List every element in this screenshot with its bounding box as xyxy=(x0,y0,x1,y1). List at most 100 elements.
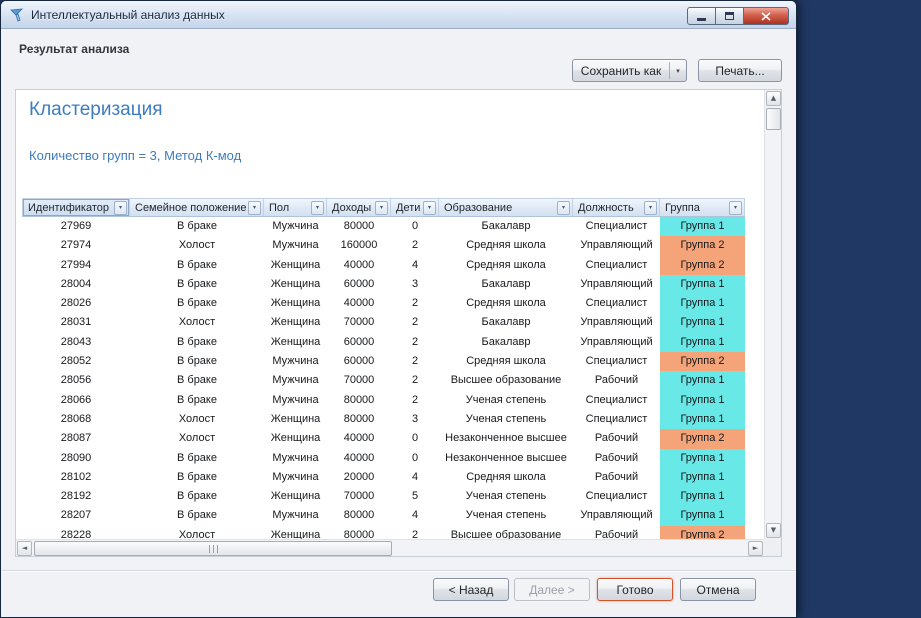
finish-button[interactable]: Готово xyxy=(597,578,673,601)
horizontal-scrollbar[interactable]: ◄ ► xyxy=(16,539,764,556)
table-row[interactable]: 28031ХолостЖенщина700002БакалаврУправляю… xyxy=(22,313,746,332)
table-cell: Женщина xyxy=(264,526,327,539)
table-cell: 2 xyxy=(391,352,439,371)
filter-dropdown-button[interactable]: ▾ xyxy=(375,201,388,215)
filter-dropdown-button[interactable]: ▾ xyxy=(423,201,436,215)
column-header-3[interactable]: Доходы▾ xyxy=(327,198,391,217)
table-cell: 2 xyxy=(391,391,439,410)
close-button[interactable] xyxy=(744,7,789,25)
table-cell: 70000 xyxy=(327,313,391,332)
table-cell: 70000 xyxy=(327,371,391,390)
table-cell: В браке xyxy=(130,371,264,390)
filter-dropdown-button[interactable]: ▾ xyxy=(644,201,657,215)
filter-dropdown-button[interactable]: ▾ xyxy=(248,201,261,215)
table-cell: Бакалавр xyxy=(439,313,573,332)
table-row[interactable]: 28228ХолостЖенщина800002Высшее образован… xyxy=(22,526,746,539)
table-cell: Мужчина xyxy=(264,236,327,255)
table-row[interactable]: 28087ХолостЖенщина400000Незаконченное вы… xyxy=(22,429,746,448)
table-row[interactable]: 28207В бракеМужчина800004Ученая степеньУ… xyxy=(22,506,746,525)
table-cell: Холост xyxy=(130,410,264,429)
save-as-button[interactable]: Сохранить как ▾ xyxy=(572,59,687,82)
table-cell: 70000 xyxy=(327,487,391,506)
vertical-scroll-thumb[interactable] xyxy=(766,108,781,130)
scroll-left-button[interactable]: ◄ xyxy=(17,541,32,556)
table-row[interactable]: 28056В бракеМужчина700002Высшее образова… xyxy=(22,371,746,390)
table-row[interactable]: 27994В бракеЖенщина400004Средняя школаСп… xyxy=(22,256,746,275)
table-cell: Средняя школа xyxy=(439,294,573,313)
results-panel: Кластеризация Количество групп = 3, Мето… xyxy=(15,89,782,557)
table-cell: В браке xyxy=(130,449,264,468)
table-cell: В браке xyxy=(130,391,264,410)
filter-dropdown-button[interactable]: ▾ xyxy=(114,201,127,215)
scroll-up-button[interactable]: ▲ xyxy=(766,91,781,106)
column-header-5[interactable]: Образование ▾ xyxy=(439,198,573,217)
table-cell: Женщина xyxy=(264,294,327,313)
column-header-label: Идентификатор xyxy=(28,202,109,214)
table-cell: Мужчина xyxy=(264,449,327,468)
table-body: 27969В бракеМужчина800000БакалаврСпециал… xyxy=(22,217,746,539)
vertical-scrollbar[interactable]: ▲ ▼ xyxy=(764,90,781,539)
table-cell: Холост xyxy=(130,313,264,332)
table-row[interactable]: 28102В бракеМужчина200004Средняя школаРа… xyxy=(22,468,746,487)
scroll-down-button[interactable]: ▼ xyxy=(766,523,781,538)
left-arrow-icon: ◄ xyxy=(22,545,27,552)
column-header-6[interactable]: Должность▾ xyxy=(573,198,660,217)
filter-dropdown-button[interactable]: ▾ xyxy=(557,201,570,215)
table-row[interactable]: 27974ХолостМужчина1600002Средняя школаУп… xyxy=(22,236,746,255)
table-cell: Ученая степень xyxy=(439,410,573,429)
minimize-icon xyxy=(697,18,706,21)
table-cell: Женщина xyxy=(264,313,327,332)
table-row[interactable]: 27969В бракеМужчина800000БакалаврСпециал… xyxy=(22,217,746,236)
save-as-dropdown-icon[interactable]: ▾ xyxy=(670,67,686,75)
table-cell: 4 xyxy=(391,256,439,275)
table-cell: 20000 xyxy=(327,468,391,487)
filter-dropdown-button[interactable]: ▾ xyxy=(311,201,324,215)
back-button[interactable]: < Назад xyxy=(433,578,509,601)
scroll-right-button[interactable]: ► xyxy=(748,541,763,556)
horizontal-scroll-thumb[interactable] xyxy=(34,541,392,556)
column-header-2[interactable]: Пол▾ xyxy=(264,198,327,217)
table-header-row: Идентификатор▾Семейное положение▾Пол▾Дох… xyxy=(22,198,746,217)
cancel-button[interactable]: Отмена xyxy=(680,578,756,601)
column-header-label: Семейное положение xyxy=(135,202,246,214)
app-icon xyxy=(9,7,25,23)
table-cell: Женщина xyxy=(264,256,327,275)
maximize-button[interactable] xyxy=(716,7,744,25)
table-cell: 28087 xyxy=(22,429,130,448)
column-header-0[interactable]: Идентификатор ▾ xyxy=(22,198,130,217)
table-cell: 28090 xyxy=(22,449,130,468)
table-cell: Специалист xyxy=(573,256,660,275)
table-row[interactable]: 28192В бракеЖенщина700005Ученая степеньС… xyxy=(22,487,746,506)
scrollbar-corner xyxy=(764,539,781,556)
filter-dropdown-button[interactable]: ▾ xyxy=(729,201,742,215)
table-row[interactable]: 28026В бракеЖенщина400002Средняя школаСп… xyxy=(22,294,746,313)
close-icon xyxy=(761,12,771,21)
table-row[interactable]: 28090В бракеМужчина400000Незаконченное в… xyxy=(22,449,746,468)
section-title: Кластеризация xyxy=(29,99,163,121)
table-row[interactable]: 28066В бракеМужчина800002Ученая степеньС… xyxy=(22,391,746,410)
table-row[interactable]: 28052В бракеМужчина600002Средняя школаСп… xyxy=(22,352,746,371)
table-cell: Холост xyxy=(130,526,264,539)
table-cell: 0 xyxy=(391,217,439,236)
footer-separator xyxy=(1,570,796,572)
table-cell: Женщина xyxy=(264,487,327,506)
column-header-7[interactable]: Группа▾ xyxy=(660,198,745,217)
table-row[interactable]: 28068ХолостЖенщина800003Ученая степеньСп… xyxy=(22,410,746,429)
table-cell: 0 xyxy=(391,429,439,448)
table-row[interactable]: 28043В бракеЖенщина600002БакалаврУправля… xyxy=(22,333,746,352)
column-header-4[interactable]: Дети▾ xyxy=(391,198,439,217)
next-button[interactable]: Далее > xyxy=(514,578,590,601)
titlebar[interactable]: Интеллектуальный анализ данных xyxy=(1,1,796,29)
column-header-1[interactable]: Семейное положение▾ xyxy=(130,198,264,217)
column-header-label: Дети xyxy=(396,202,420,214)
table-row[interactable]: 28004В бракеЖенщина600003БакалаврУправля… xyxy=(22,275,746,294)
table-cell: Ученая степень xyxy=(439,506,573,525)
table-cell: 40000 xyxy=(327,449,391,468)
table-cell: 40000 xyxy=(327,429,391,448)
column-header-label: Образование xyxy=(444,202,512,214)
group-cell: Группа 2 xyxy=(660,352,745,371)
print-button[interactable]: Печать... xyxy=(698,59,782,82)
next-label: Далее > xyxy=(529,583,575,597)
table-cell: 80000 xyxy=(327,526,391,539)
minimize-button[interactable] xyxy=(687,7,716,25)
